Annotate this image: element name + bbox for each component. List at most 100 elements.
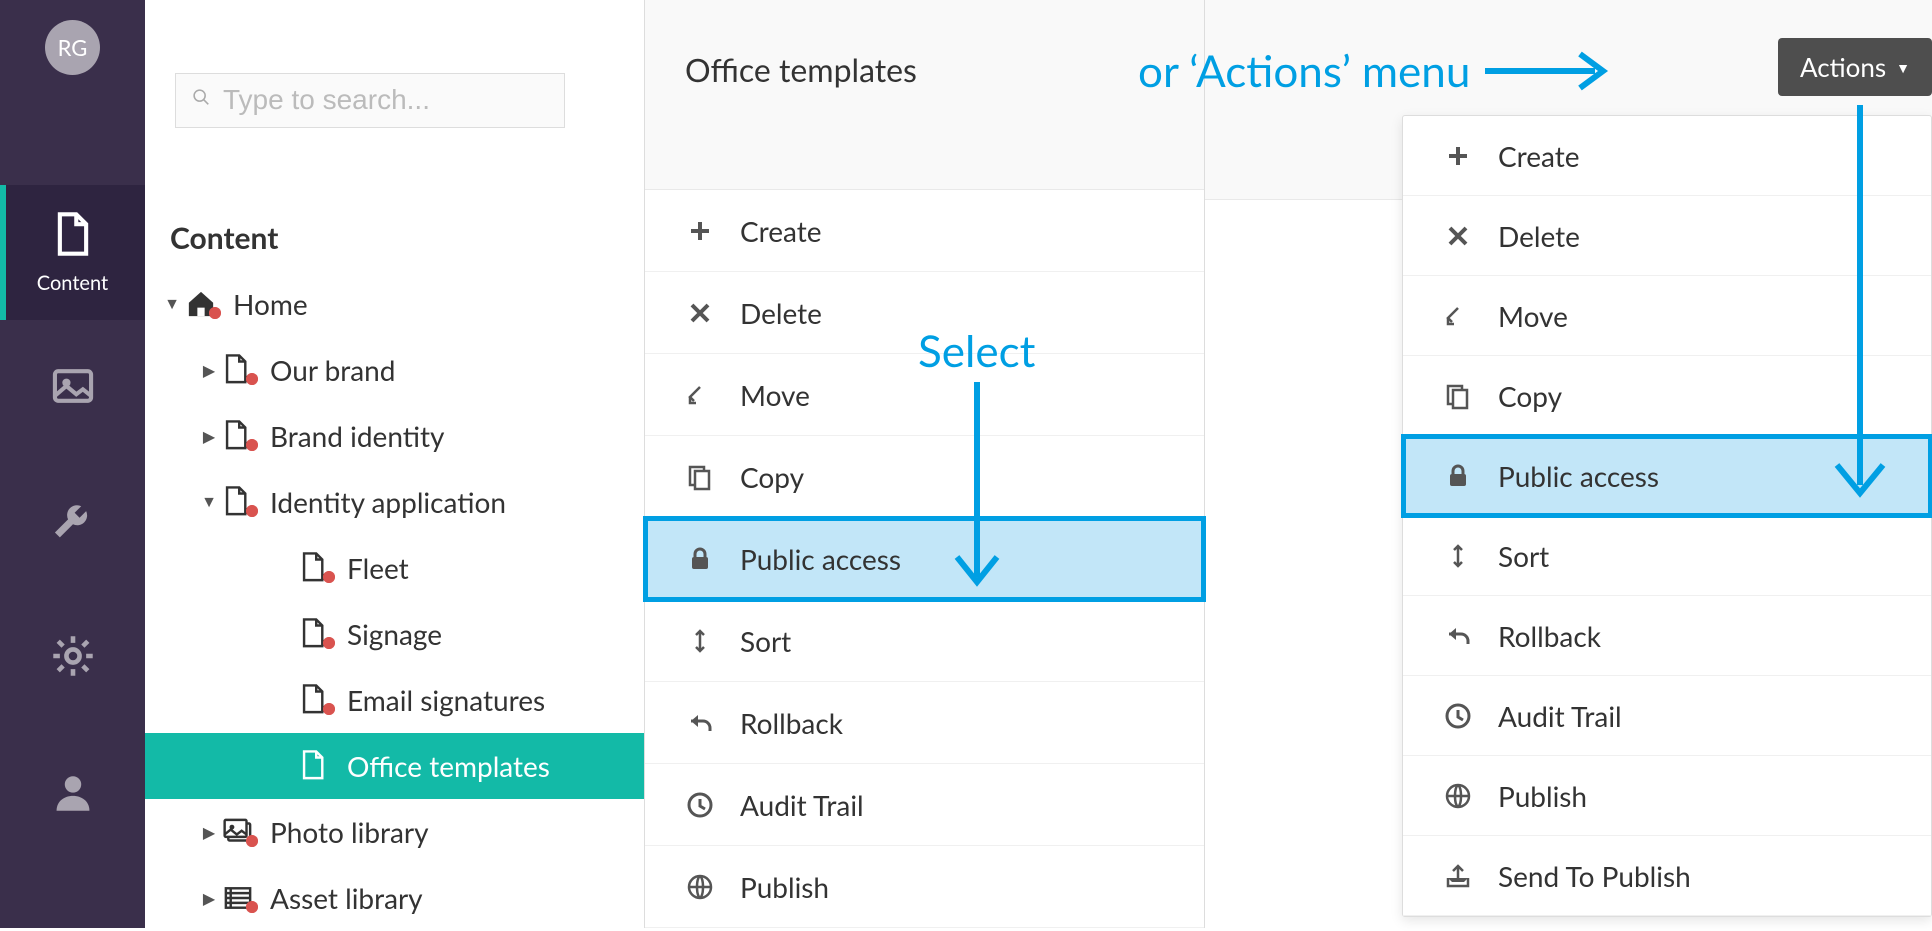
actions-button[interactable]: Actions ▼ xyxy=(1778,38,1932,96)
photos-icon xyxy=(218,815,258,849)
sidebar-item-settings[interactable] xyxy=(0,590,145,725)
context-menu: Create Delete Move Copy Public access Sort Rol… xyxy=(645,190,1204,928)
menu-item-label: Copy xyxy=(740,460,804,494)
menu-item-label: Public access xyxy=(1498,459,1659,493)
caret-icon: ▶ xyxy=(200,889,218,908)
menu-item-publish[interactable]: Publish xyxy=(1403,756,1931,836)
tree-item-label: Identity application xyxy=(270,485,506,519)
menu-item-rollback[interactable]: Rollback xyxy=(1403,596,1931,676)
menu-item-publish[interactable]: Publish xyxy=(645,846,1204,928)
menu-item-public-access[interactable]: Public access xyxy=(645,518,1204,600)
menu-item-label: Audit Trail xyxy=(1498,699,1622,733)
rollback-icon xyxy=(1433,622,1483,650)
search-box[interactable] xyxy=(175,73,565,128)
sidebar-item-label: Content xyxy=(37,271,108,295)
menu-item-send-to-publish[interactable]: Send To Publish xyxy=(1403,836,1931,916)
sort-icon xyxy=(675,627,725,655)
clock-icon xyxy=(1433,702,1483,730)
avatar[interactable]: RG xyxy=(45,20,100,75)
menu-item-move[interactable]: Move xyxy=(645,354,1204,436)
copy-icon xyxy=(675,463,725,491)
menu-item-copy[interactable]: Copy xyxy=(1403,356,1931,436)
page-icon xyxy=(218,485,258,519)
menu-item-label: Sort xyxy=(740,624,791,658)
menu-item-label: Public access xyxy=(740,542,901,576)
tree-item-label: Asset library xyxy=(270,881,423,915)
tree-item[interactable]: ▶Brand identity xyxy=(145,403,644,469)
caret-icon: ▼ xyxy=(200,492,218,512)
tree-item[interactable]: ▼ Home xyxy=(145,271,644,337)
wrench-icon xyxy=(50,498,96,548)
sidebar-item-tools[interactable] xyxy=(0,455,145,590)
chevron-down-icon: ▼ xyxy=(1896,59,1910,76)
gear-icon xyxy=(50,633,96,683)
caret-icon: ▶ xyxy=(200,823,218,842)
menu-item-sort[interactable]: Sort xyxy=(645,600,1204,682)
tree-item-label: Home xyxy=(233,287,308,321)
icon-sidebar: RG Content xyxy=(0,0,145,928)
page-icon xyxy=(295,551,335,585)
tree-panel: Content ▼Home▶Our brand▶Brand identity▼I… xyxy=(145,0,645,928)
sidebar-item-users[interactable] xyxy=(0,725,145,860)
menu-item-public-access[interactable]: Public access xyxy=(1403,436,1931,516)
sidebar-item-media[interactable] xyxy=(0,320,145,455)
outbox-icon xyxy=(1433,862,1483,890)
user-icon xyxy=(50,768,96,818)
page-icon xyxy=(218,419,258,453)
menu-item-label: Move xyxy=(740,378,810,412)
menu-item-label: Create xyxy=(1498,139,1580,173)
image-icon xyxy=(50,363,96,413)
page-icon xyxy=(218,353,258,387)
menu-item-label: Create xyxy=(740,214,822,248)
tree-item[interactable]: ▶ Asset library xyxy=(145,865,644,931)
menu-item-move[interactable]: Move xyxy=(1403,276,1931,356)
tree-item[interactable]: Fleet xyxy=(145,535,644,601)
menu-item-delete[interactable]: Delete xyxy=(645,272,1204,354)
tree-item[interactable]: ▶ Photo library xyxy=(145,799,644,865)
x-icon xyxy=(675,299,725,327)
plus-icon xyxy=(1433,142,1483,170)
home-icon xyxy=(181,287,221,321)
menu-item-label: Rollback xyxy=(1498,619,1601,653)
search-input[interactable] xyxy=(223,84,549,116)
menu-item-audit-trail[interactable]: Audit Trail xyxy=(1403,676,1931,756)
tree-item[interactable]: ▶Our brand xyxy=(145,337,644,403)
menu-item-audit-trail[interactable]: Audit Trail xyxy=(645,764,1204,846)
globe-icon xyxy=(675,873,725,901)
menu-item-rollback[interactable]: Rollback xyxy=(645,682,1204,764)
menu-item-create[interactable]: Create xyxy=(1403,116,1931,196)
menu-item-label: Publish xyxy=(740,870,829,904)
right-area: Actions ▼ Create DeleteMove Copy Public acc… xyxy=(1205,0,1932,928)
page-icon xyxy=(295,617,335,651)
x-icon xyxy=(1433,222,1483,250)
menu-item-label: Delete xyxy=(740,296,822,330)
menu-item-sort[interactable]: Sort xyxy=(1403,516,1931,596)
menu-item-label: Copy xyxy=(1498,379,1562,413)
menu-item-label: Sort xyxy=(1498,539,1549,573)
copy-icon xyxy=(1433,382,1483,410)
tree-item-label: Office templates xyxy=(347,749,550,783)
lock-icon xyxy=(1433,462,1483,490)
tree-item-label: Fleet xyxy=(347,551,409,585)
caret-icon: ▼ xyxy=(163,294,181,314)
menu-item-create[interactable]: Create xyxy=(645,190,1204,272)
menu-item-delete[interactable]: Delete xyxy=(1403,196,1931,276)
menu-item-copy[interactable]: Copy xyxy=(645,436,1204,518)
search-icon xyxy=(191,87,223,113)
sidebar-item-content[interactable]: Content xyxy=(0,185,145,320)
tree-item[interactable]: Signage xyxy=(145,601,644,667)
menu-item-label: Send To Publish xyxy=(1498,859,1691,893)
page-icon xyxy=(295,683,335,717)
tree-item-label: Photo library xyxy=(270,815,429,849)
plus-icon xyxy=(675,217,725,245)
tree-item-label: Email signatures xyxy=(347,683,545,717)
context-panel: Office templates Create Delete Move Copy Pub… xyxy=(645,0,1205,928)
move-icon xyxy=(1433,302,1483,330)
actions-dropdown: Create DeleteMove Copy Public access Sort Rol… xyxy=(1402,115,1932,917)
tree-item[interactable]: Office templates xyxy=(145,733,644,799)
tree-item-label: Brand identity xyxy=(270,419,444,453)
context-title: Office templates xyxy=(645,0,1204,190)
tree-item[interactable]: ▼ Identity application xyxy=(145,469,644,535)
tree-item[interactable]: Email signatures xyxy=(145,667,644,733)
assets-icon xyxy=(218,881,258,915)
